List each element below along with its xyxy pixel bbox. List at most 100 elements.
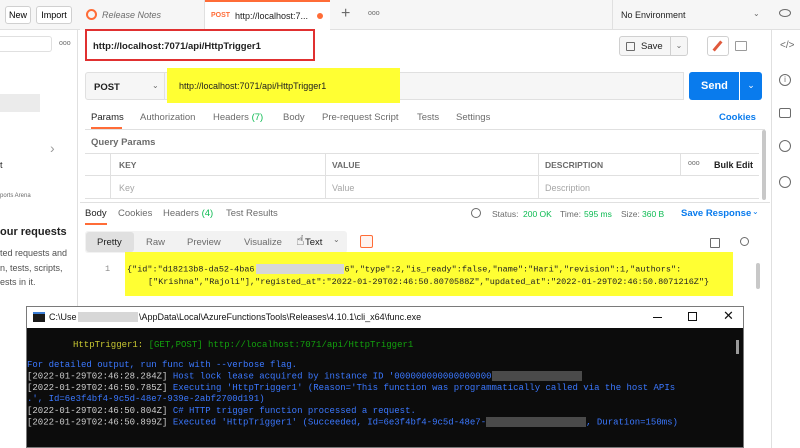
- view-raw[interactable]: Raw: [146, 237, 165, 248]
- tab-release-notes[interactable]: Release Notes: [80, 0, 205, 30]
- column-key: KEY: [119, 160, 137, 170]
- size-label: Size:: [621, 209, 640, 219]
- tab-active-indicator: [91, 127, 122, 129]
- query-params-heading: Query Params: [91, 137, 156, 148]
- sidebar-search[interactable]: [0, 36, 52, 52]
- console-scrollbar[interactable]: [736, 340, 739, 354]
- console-line: For detailed output, run func with --ver…: [27, 359, 298, 370]
- add-tab-icon[interactable]: +: [341, 5, 350, 23]
- format-select[interactable]: Text: [305, 237, 322, 248]
- column-options-icon[interactable]: ooo: [688, 160, 700, 167]
- code-icon[interactable]: </>: [780, 40, 794, 51]
- method-select[interactable]: POST ⌄: [85, 72, 165, 100]
- request-title: http://localhost:7071/api/HttpTrigger1: [93, 41, 261, 52]
- scroll-icon[interactable]: [779, 176, 791, 188]
- sidebar-selected-item[interactable]: [0, 94, 40, 112]
- tab-tests[interactable]: Tests: [417, 112, 439, 123]
- view-preview[interactable]: Preview: [187, 237, 221, 248]
- minimize-button[interactable]: [653, 317, 662, 318]
- globe-icon[interactable]: [471, 208, 481, 218]
- status-label: Status:: [492, 209, 519, 219]
- import-button[interactable]: Import: [36, 6, 72, 24]
- right-rail: [771, 30, 800, 448]
- empty-state-heading: our requests: [0, 226, 67, 238]
- function-name: HttpTrigger1:: [73, 340, 144, 350]
- send-button[interactable]: Send: [689, 72, 739, 100]
- params-header-row: [85, 153, 759, 176]
- tab-params[interactable]: Params: [91, 112, 124, 123]
- url-text: http://localhost:7071/api/HttpTrigger1: [179, 81, 327, 91]
- info-icon[interactable]: i: [779, 74, 791, 86]
- tab-label: http://localhost:7...: [235, 11, 309, 21]
- console-title: C:\Use: [49, 312, 77, 322]
- sidebar-collapse-icon[interactable]: ›: [50, 140, 55, 156]
- edit-button[interactable]: [707, 36, 729, 56]
- sidebar-snippet: ports Arena: [0, 193, 31, 199]
- eye-icon[interactable]: [779, 9, 791, 17]
- bulk-edit-link[interactable]: Bulk Edit: [714, 160, 753, 170]
- send-dropdown[interactable]: ⌄: [740, 72, 762, 100]
- function-route: [GET,POST] http://localhost:7071/api/Htt…: [148, 340, 414, 350]
- response-scrollbar[interactable]: [756, 263, 760, 289]
- tab-headers[interactable]: Headers (7): [213, 112, 263, 123]
- chevron-down-icon[interactable]: ⌄: [752, 207, 759, 216]
- documentation-icon[interactable]: [735, 41, 747, 51]
- sidebar-more-icon[interactable]: ooo: [59, 40, 71, 47]
- copy-icon[interactable]: [710, 238, 720, 248]
- response-tab-headers[interactable]: Headers (4): [163, 208, 213, 219]
- tab-body[interactable]: Body: [283, 112, 305, 123]
- response-tab-body[interactable]: Body: [85, 208, 107, 219]
- comments-icon[interactable]: [779, 108, 791, 118]
- body-text: {"id":"d18213b8-da52-4ba6: [127, 264, 255, 275]
- save-label: Save: [641, 41, 663, 52]
- log-message: , Duration=150ms): [586, 417, 678, 428]
- cookies-link[interactable]: Cookies: [719, 112, 756, 123]
- key-input[interactable]: Key: [119, 183, 135, 193]
- tab-method: POST: [211, 12, 231, 19]
- environment-select[interactable]: No Environment ⌄: [612, 0, 772, 30]
- column-divider: [325, 153, 326, 199]
- response-tab-cookies[interactable]: Cookies: [118, 208, 152, 219]
- new-button[interactable]: New: [5, 6, 31, 24]
- view-pretty-label: Pretty: [97, 237, 122, 248]
- history-icon[interactable]: [779, 140, 791, 152]
- close-button[interactable]: ✕: [723, 308, 734, 324]
- wrap-lines-icon[interactable]: [360, 235, 373, 248]
- column-value: VALUE: [332, 160, 361, 170]
- value-input[interactable]: Value: [332, 183, 354, 193]
- line-number: 1: [105, 264, 111, 274]
- console-titlebar: C:\Use \AppData\Local\AzureFunctionsTool…: [27, 307, 743, 328]
- tab-post-request[interactable]: POST http://localhost:7...: [205, 0, 330, 30]
- save-button[interactable]: Save: [619, 36, 671, 56]
- column-divider: [680, 153, 681, 176]
- console-line: [2022-01-29T02:46:28.284Z] Host lock lea…: [27, 371, 733, 383]
- response-divider: [80, 202, 770, 203]
- body-line: ["Krishna","Rajoli"],"registed_at":"2022…: [148, 277, 709, 287]
- request-scrollbar[interactable]: [762, 130, 766, 200]
- more-tabs-icon[interactable]: ooo: [368, 10, 380, 17]
- redacted-block: [78, 312, 138, 322]
- unsaved-dot-icon: [317, 13, 323, 19]
- tab-pre-request-script[interactable]: Pre-request Script: [322, 112, 399, 123]
- save-dropdown[interactable]: ⌄: [670, 36, 688, 56]
- tab-label: Release Notes: [102, 10, 162, 20]
- timestamp: [2022-01-29T02:46:50.785Z]: [27, 382, 168, 393]
- search-icon[interactable]: [740, 237, 749, 246]
- log-message: Host lock lease acquired by instance ID …: [172, 371, 492, 382]
- body-line: {"id":"d18213b8-da52-4ba6 6","type":2,"is…: [127, 264, 681, 274]
- view-visualize[interactable]: Visualize: [244, 237, 282, 248]
- timestamp: [2022-01-29T02:46:28.284Z]: [27, 371, 168, 382]
- column-divider: [538, 153, 539, 199]
- tab-settings[interactable]: Settings: [456, 112, 490, 123]
- release-notes-icon: [86, 9, 97, 20]
- description-input[interactable]: Description: [545, 183, 590, 193]
- tab-authorization[interactable]: Authorization: [140, 112, 195, 123]
- view-pretty[interactable]: Pretty: [86, 232, 134, 252]
- maximize-button[interactable]: [688, 312, 697, 321]
- response-tab-test-results[interactable]: Test Results: [226, 208, 278, 219]
- empty-state-text: n, tests, scripts,: [0, 263, 63, 273]
- column-description: DESCRIPTION: [545, 160, 604, 170]
- save-response-button[interactable]: Save Response: [681, 208, 751, 219]
- sidebar-snippet: t: [0, 160, 3, 170]
- console-line: HttpTrigger1: [GET,POST] http://localhos…: [27, 340, 733, 352]
